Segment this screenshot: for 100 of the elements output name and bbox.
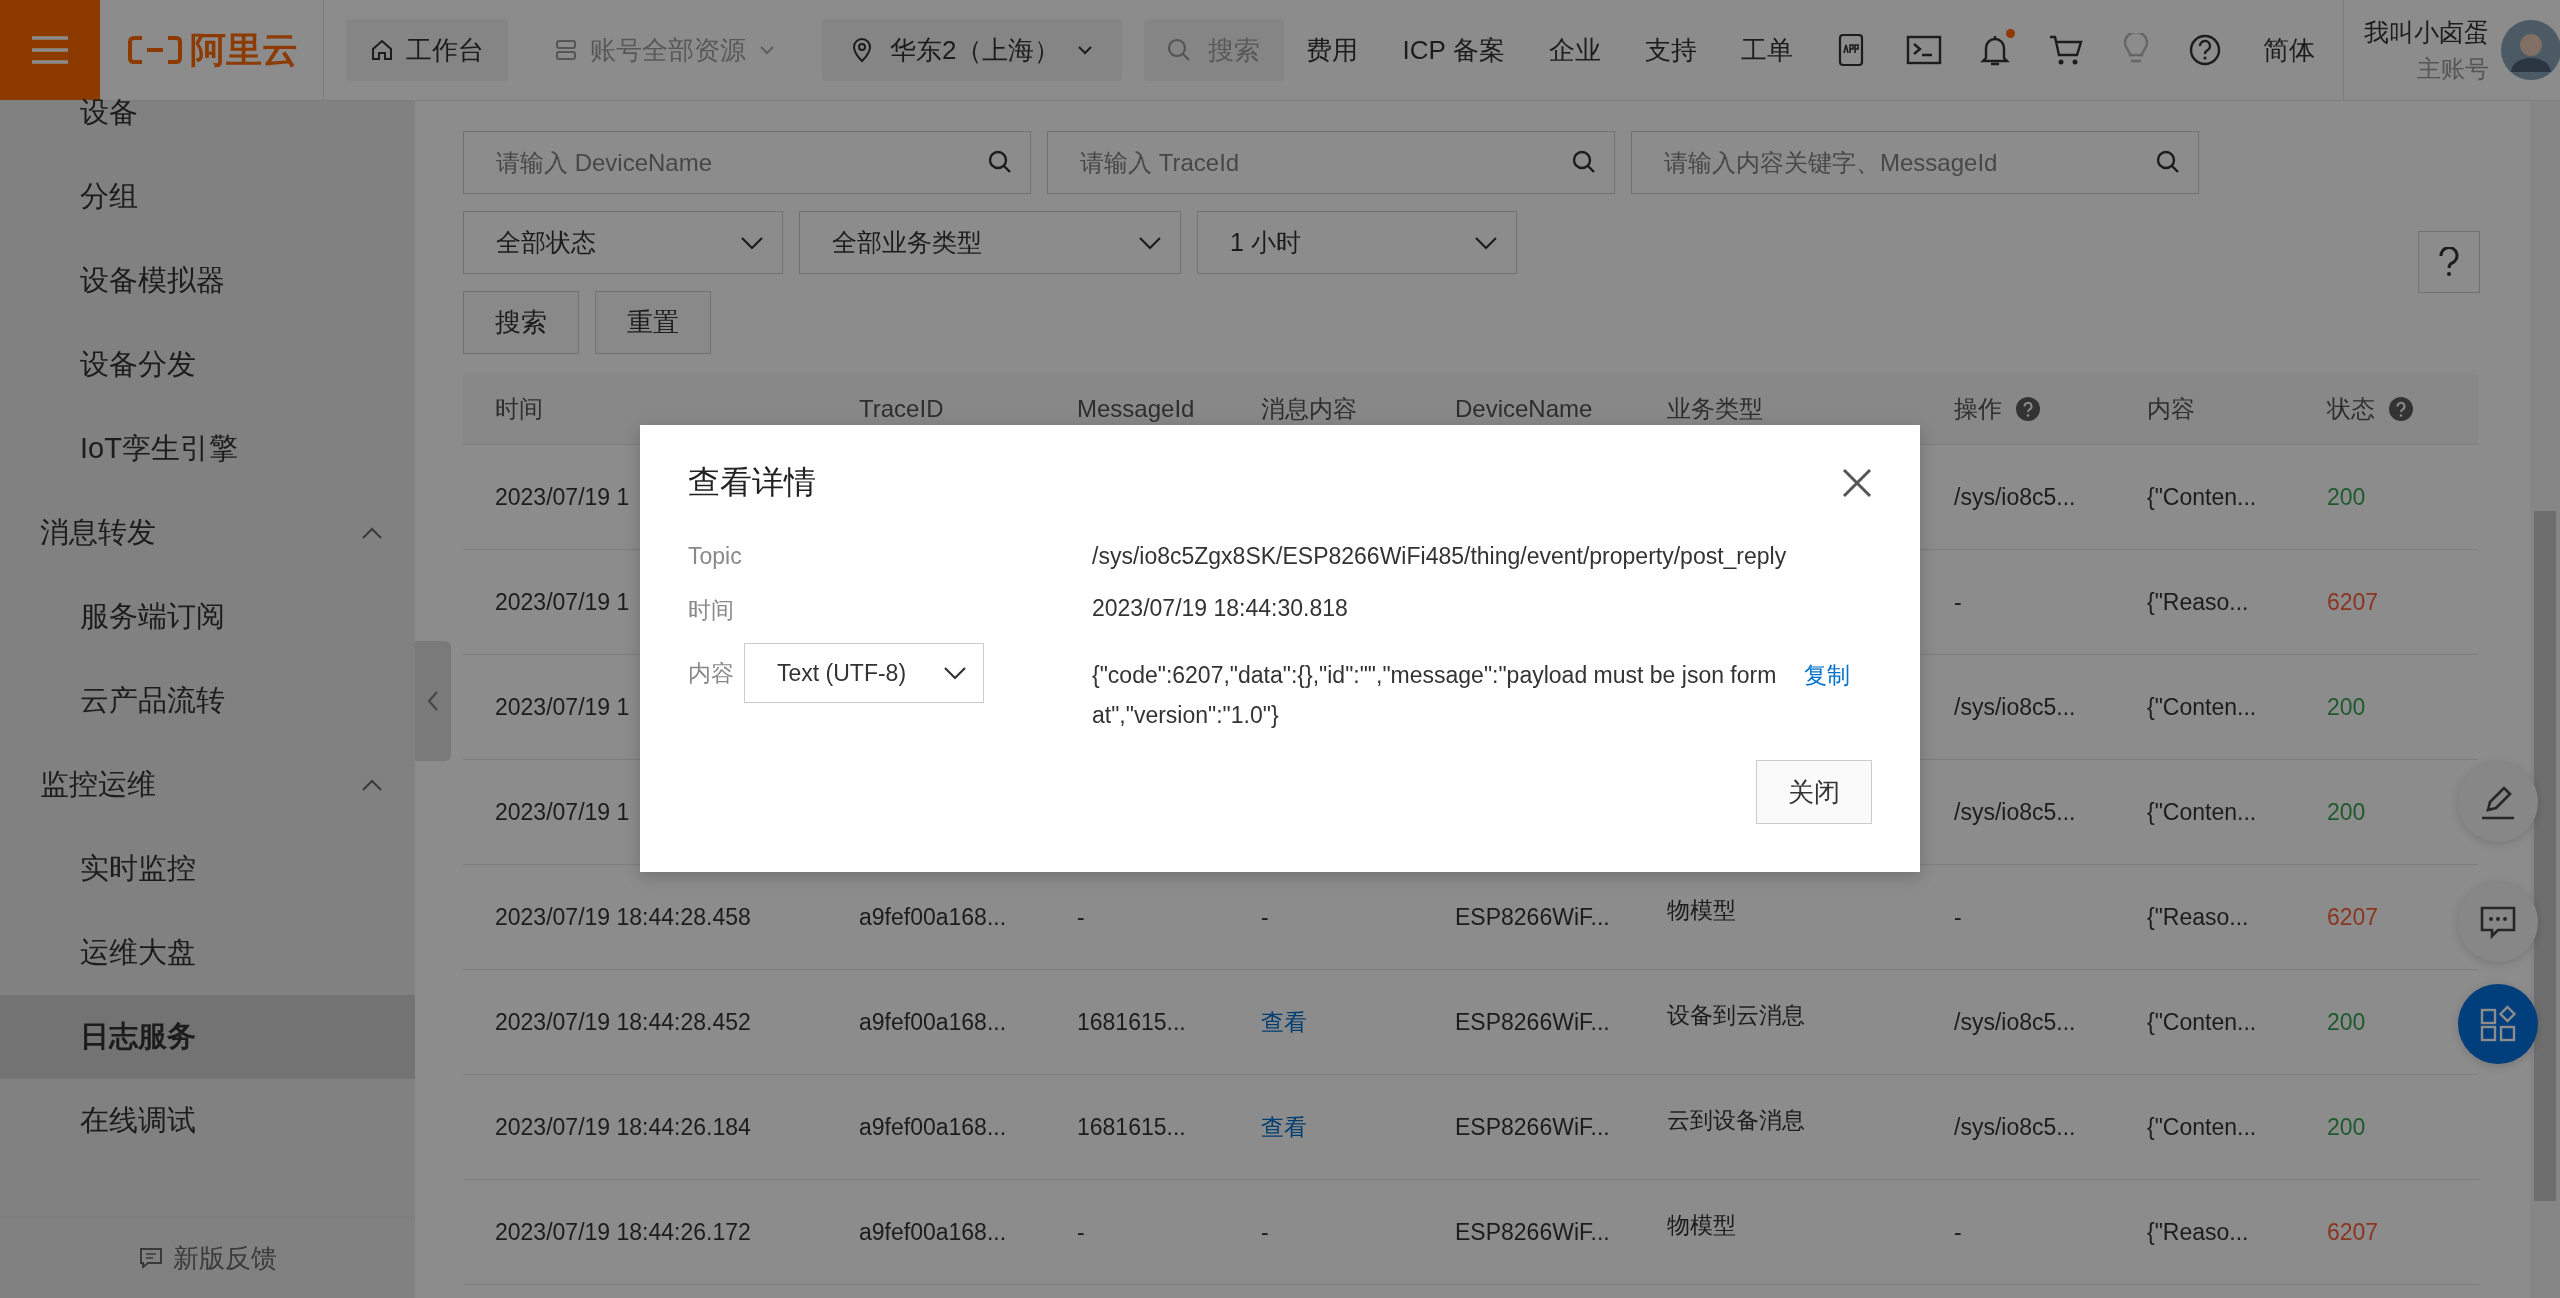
- status-code: 200: [2327, 483, 2366, 511]
- table-cell: {"Conten...: [2147, 693, 2257, 721]
- view-link[interactable]: 查看: [1261, 1006, 1307, 1038]
- table-cell-text: 云到设备消息: [1667, 1105, 1805, 1135]
- format-dropdown[interactable]: Text (UTF-8): [744, 643, 984, 703]
- filter-dropdown[interactable]: 全部业务类型: [799, 211, 1181, 274]
- table-cell: {"Conten...: [2147, 1008, 2257, 1036]
- field-label: 时间: [688, 596, 735, 625]
- search-icon: [987, 149, 1013, 175]
- filter-dropdown[interactable]: 1 小时: [1197, 211, 1517, 274]
- column-header: MessageId: [1077, 395, 1195, 423]
- table-cell-text: 设备到云消息: [1667, 1000, 1805, 1030]
- search-icon: [1571, 149, 1597, 175]
- logo-icon: [128, 35, 182, 65]
- bell-icon[interactable]: [1979, 33, 2010, 67]
- table-cell: {"Conten...: [2147, 483, 2257, 511]
- help-icon[interactable]: [2187, 33, 2222, 67]
- table-cell: a9fef00a168...: [859, 1113, 1007, 1141]
- status-code: 200: [2327, 1113, 2366, 1141]
- sidebar-item[interactable]: 实时监控: [0, 827, 415, 911]
- terminal-icon[interactable]: [1905, 35, 1942, 65]
- column-header: 内容: [2147, 394, 2195, 424]
- stack-icon: [554, 38, 578, 62]
- cart-icon[interactable]: [2047, 34, 2084, 66]
- chevron-left-icon: [426, 690, 440, 712]
- table-cell: a9fef00a168...: [859, 903, 1007, 931]
- nav-link[interactable]: 支持: [1644, 32, 1697, 68]
- column-header: 业务类型: [1667, 394, 1763, 424]
- feedback-link[interactable]: 新版反馈: [0, 1217, 415, 1298]
- user-name[interactable]: 我叫小卤蛋: [2363, 15, 2489, 49]
- apps-icon: [2478, 1004, 2518, 1044]
- search-field[interactable]: 请输入内容关键字、MessageId: [1631, 131, 2199, 194]
- home-icon: [370, 38, 394, 62]
- close-icon[interactable]: [1842, 468, 1872, 498]
- search-field[interactable]: 请输入 DeviceName: [463, 131, 1031, 194]
- table-cell: /sys/io8c5...: [1954, 483, 2076, 511]
- sidebar-item[interactable]: 分组: [0, 155, 415, 239]
- help-icon[interactable]: [2016, 397, 2040, 421]
- menu-icon: [30, 35, 70, 65]
- table-cell: /sys/io8c5...: [1954, 1113, 2076, 1141]
- table-cell: 2023/07/19 1: [495, 588, 630, 616]
- table-cell: ESP8266WiF...: [1455, 903, 1610, 931]
- table-cell: -: [1954, 588, 1962, 616]
- nav-link[interactable]: 费用: [1306, 32, 1359, 68]
- status-code: 200: [2327, 1008, 2366, 1036]
- copy-link[interactable]: 复制: [1804, 643, 1850, 695]
- table-cell: 2023/07/19 18:44:28.452: [495, 1008, 751, 1036]
- chevron-up-icon: [361, 778, 383, 792]
- column-header: 消息内容: [1261, 394, 1357, 424]
- table-cell: 2023/07/19 1: [495, 693, 630, 721]
- table-cell: {"Reaso...: [2147, 1218, 2249, 1246]
- sidebar-item[interactable]: 服务端订阅: [0, 575, 415, 659]
- table-cell: ESP8266WiF...: [1455, 1008, 1610, 1036]
- nav-link[interactable]: 企业: [1548, 32, 1601, 68]
- table-cell: ESP8266WiF...: [1455, 1113, 1610, 1141]
- status-code: 200: [2327, 798, 2366, 826]
- message-json: {"code":6207,"data":{},"id":"","message":"payload must be json format","version":"1.0"}: [1092, 661, 1778, 730]
- chevron-down-icon: [740, 235, 764, 250]
- chevron-down-icon: [943, 666, 967, 680]
- search-field[interactable]: 请输入 TraceId: [1047, 131, 1615, 194]
- sidebar-item[interactable]: 日志服务: [0, 995, 415, 1079]
- close-button[interactable]: 关闭: [1756, 760, 1872, 824]
- table-cell: a9fef00a168...: [859, 1008, 1007, 1036]
- scrollbar-thumb[interactable]: [2534, 511, 2556, 1201]
- view-link[interactable]: 查看: [1261, 1111, 1307, 1143]
- brand-name: 阿里云: [190, 27, 298, 72]
- table-cell: -: [1954, 1218, 1962, 1246]
- chevron-up-icon: [361, 526, 383, 540]
- status-code: 6207: [2327, 588, 2379, 616]
- column-header: 状态: [2327, 394, 2375, 424]
- location-pin-icon: [850, 37, 874, 63]
- sidebar-item[interactable]: 在线调试: [0, 1079, 415, 1163]
- nav-link[interactable]: ICP 备案: [1402, 32, 1505, 68]
- sidebar-group[interactable]: 消息转发: [0, 491, 415, 575]
- sidebar-item[interactable]: 云产品流转: [0, 659, 415, 743]
- table-cell: 2023/07/19 1: [495, 798, 630, 826]
- sidebar-item[interactable]: 运维大盘: [0, 911, 415, 995]
- region-selector[interactable]: 华东2（上海）: [822, 19, 1123, 81]
- filter-dropdown[interactable]: 全部状态: [463, 211, 783, 274]
- sidebar-group[interactable]: 监控运维: [0, 743, 415, 827]
- table-cell: {"Reaso...: [2147, 903, 2249, 931]
- sidebar-item[interactable]: IoT孪生引擎: [0, 407, 415, 491]
- help-icon[interactable]: [2389, 397, 2413, 421]
- avatar-icon[interactable]: [2500, 20, 2560, 80]
- nav-link[interactable]: 工单: [1740, 32, 1793, 68]
- collapse-handle[interactable]: [415, 641, 451, 761]
- workbench-button[interactable]: 工作台: [346, 19, 508, 81]
- table-cell: 2023/07/19 18:44:28.458: [495, 903, 751, 931]
- table-cell-text: 物模型: [1667, 895, 1736, 925]
- sidebar-item[interactable]: 设备分发: [0, 323, 415, 407]
- language-link[interactable]: 简体: [2262, 32, 2315, 68]
- reset-button[interactable]: 重置: [595, 291, 711, 354]
- table-cell: 2023/07/19 18:44:26.184: [495, 1113, 751, 1141]
- scrollbar[interactable]: [2530, 101, 2560, 1298]
- sidebar-item[interactable]: 设备模拟器: [0, 239, 415, 323]
- table-cell: a9fef00a168...: [859, 1218, 1007, 1246]
- search-button[interactable]: 搜索: [463, 291, 579, 354]
- table-cell: {"Conten...: [2147, 798, 2257, 826]
- help-button[interactable]: [2418, 231, 2480, 293]
- table-cell: -: [1261, 1218, 1269, 1246]
